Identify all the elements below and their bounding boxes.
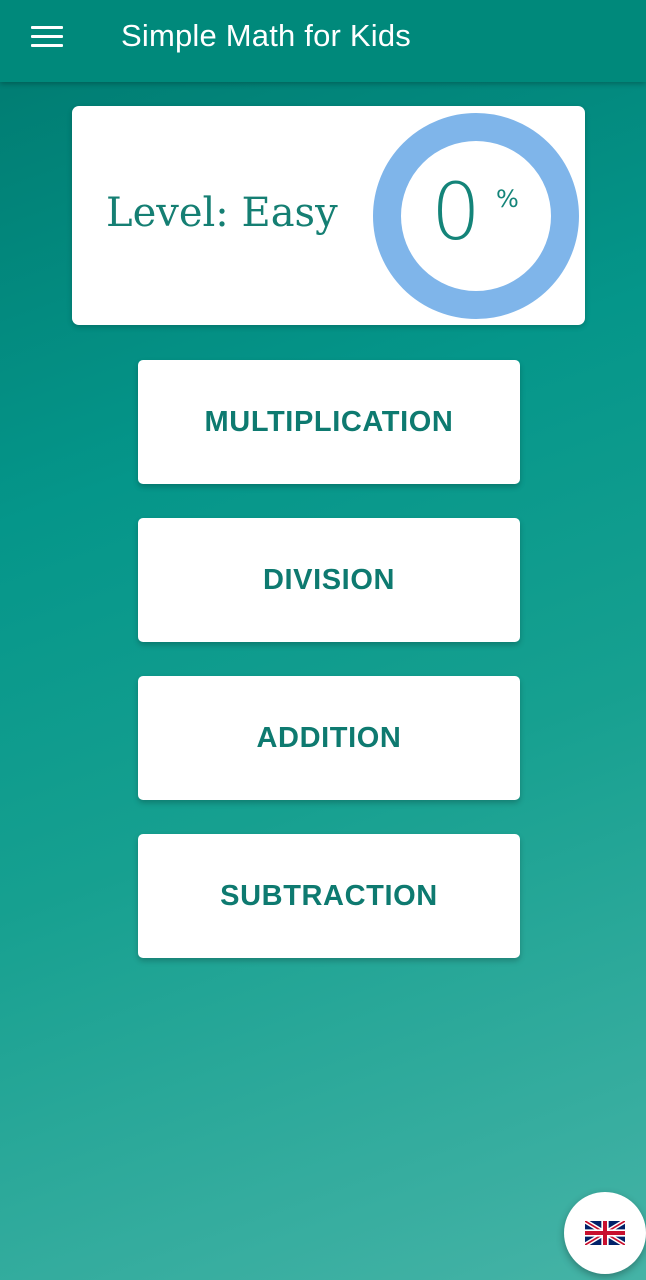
multiplication-button[interactable]: MULTIPLICATION xyxy=(138,360,520,484)
uk-flag-icon xyxy=(585,1221,625,1245)
progress-percent-sign: % xyxy=(496,185,519,213)
menu-button[interactable] xyxy=(20,14,74,60)
addition-button[interactable]: ADDITION xyxy=(138,676,520,800)
language-button[interactable] xyxy=(564,1192,646,1274)
app-title: Simple Math for Kids xyxy=(121,18,411,53)
subtraction-button[interactable]: SUBTRACTION xyxy=(138,834,520,958)
progress-ring: 0 % xyxy=(372,112,580,320)
app-bar: Simple Math for Kids xyxy=(0,0,646,82)
division-button[interactable]: DIVISION xyxy=(138,518,520,642)
level-card: Level: Easy 0 % xyxy=(72,106,585,325)
level-label: Level: Easy xyxy=(106,190,338,236)
